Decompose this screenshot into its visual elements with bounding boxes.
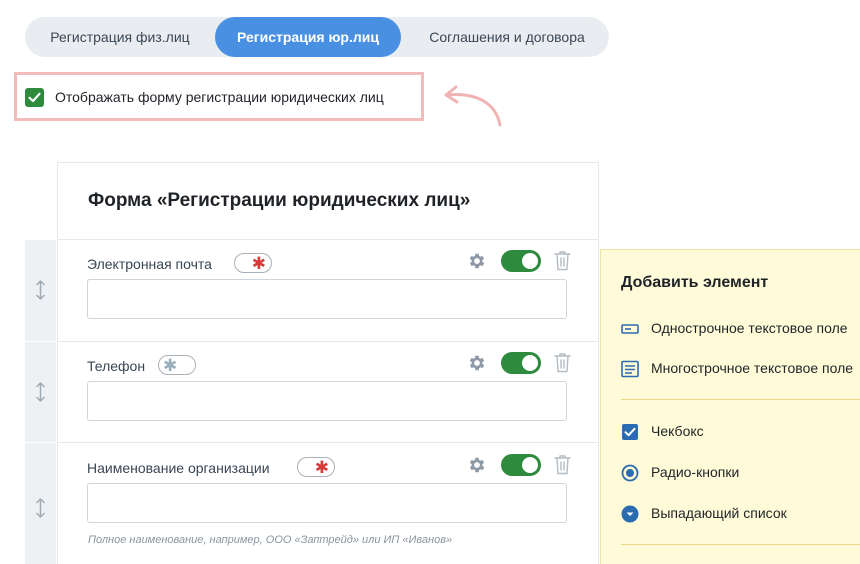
vertical-arrows-icon — [36, 280, 45, 300]
drag-handle-phone[interactable] — [25, 342, 56, 442]
panel-item-label: Чекбокс — [651, 423, 704, 439]
asterisk-icon: ✱ — [314, 458, 329, 477]
field-email: Электронная почта ✱ — [57, 240, 599, 341]
field-organization: Наименование организации ✱ Полное наимен… — [57, 443, 599, 564]
vertical-arrows-icon — [36, 382, 45, 402]
panel-item-label: Однострочное текстовое поле — [651, 320, 848, 336]
gear-icon[interactable] — [467, 353, 487, 373]
trash-icon[interactable] — [554, 454, 571, 475]
switch-knob — [522, 457, 538, 473]
switch-knob — [522, 253, 538, 269]
phone-input[interactable] — [87, 381, 567, 421]
divider — [621, 399, 860, 400]
field-label-email: Электронная почта — [87, 256, 212, 272]
checkbox-icon — [622, 424, 638, 440]
show-form-checkbox[interactable] — [25, 88, 44, 107]
field-label-phone: Телефон — [87, 358, 146, 374]
tab-individuals[interactable]: Регистрация физ.лиц — [25, 17, 215, 57]
trash-icon[interactable] — [554, 352, 571, 373]
single-line-field-icon — [621, 324, 639, 334]
required-toggle-email[interactable]: ✱ — [234, 253, 272, 273]
add-multi-line-field[interactable]: Многострочное текстовое поле — [621, 358, 860, 380]
field-hint-organization: Полное наименование, например, ООО «Запт… — [88, 534, 453, 546]
tab-agreements[interactable]: Соглашения и договора — [405, 17, 609, 57]
show-form-option: Отображать форму регистрации юридических… — [14, 72, 424, 121]
gear-icon[interactable] — [467, 251, 487, 271]
field-phone: Телефон ✱ — [57, 342, 599, 442]
add-element-panel: Добавить элемент Однострочное текстовое … — [600, 249, 860, 564]
drag-handle-organization[interactable] — [25, 443, 56, 564]
check-icon — [28, 92, 41, 103]
enable-switch-organization[interactable] — [501, 454, 541, 476]
field-label-organization: Наименование организации — [87, 460, 270, 476]
show-form-label: Отображать форму регистрации юридических… — [55, 89, 384, 105]
panel-title: Добавить элемент — [621, 274, 769, 291]
dropdown-icon — [621, 505, 639, 523]
enable-switch-email[interactable] — [501, 250, 541, 272]
email-input[interactable] — [87, 279, 567, 319]
add-single-line-field[interactable]: Однострочное текстовое поле — [621, 318, 860, 340]
add-dropdown[interactable]: Выпадающий список — [621, 503, 860, 525]
registration-tabs: Регистрация физ.лиц Регистрация юр.лиц С… — [25, 17, 609, 57]
asterisk-icon: ✱ — [251, 254, 266, 273]
add-checkbox[interactable]: Чекбокс — [621, 421, 860, 443]
vertical-arrows-icon — [36, 498, 45, 518]
switch-knob — [522, 355, 538, 371]
add-radio-buttons[interactable]: Радио-кнопки — [621, 462, 860, 484]
required-toggle-phone[interactable]: ✱ — [158, 355, 196, 375]
radio-icon — [621, 464, 639, 482]
multi-line-field-icon — [621, 360, 639, 378]
enable-switch-phone[interactable] — [501, 352, 541, 374]
trash-icon[interactable] — [554, 250, 571, 271]
gear-icon[interactable] — [467, 455, 487, 475]
curved-arrow-icon — [444, 85, 502, 127]
asterisk-icon: ✱ — [163, 356, 178, 375]
tab-legal-entities[interactable]: Регистрация юр.лиц — [215, 17, 401, 57]
panel-item-label: Радио-кнопки — [651, 464, 740, 480]
divider — [621, 544, 860, 545]
required-toggle-organization[interactable]: ✱ — [297, 457, 335, 477]
panel-item-label: Выпадающий список — [651, 505, 787, 521]
drag-handle-email[interactable] — [25, 240, 56, 341]
organization-input[interactable] — [87, 483, 567, 523]
form-title: Форма «Регистрации юридических лиц» — [88, 190, 471, 211]
panel-item-label: Многострочное текстовое поле — [651, 360, 854, 376]
